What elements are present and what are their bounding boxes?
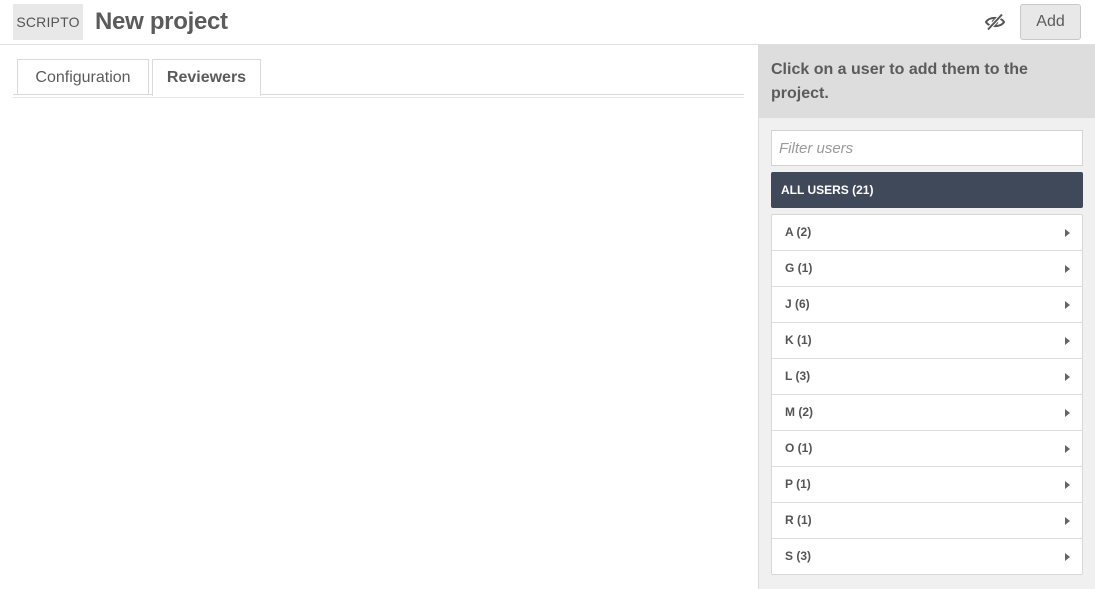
page-title: New project [95,8,228,35]
tab-bar: Configuration Reviewers [13,59,744,99]
user-group-m[interactable]: M (2) [772,394,1082,430]
caret-right-icon [1065,300,1070,309]
filter-users-input[interactable] [771,130,1083,166]
sidebar-instructions: Click on a user to add them to the proje… [759,45,1095,118]
caret-right-icon [1065,264,1070,273]
tab-divider-secondary [13,97,744,98]
caret-right-icon [1065,444,1070,453]
user-group-s[interactable]: S (3) [772,538,1082,574]
user-group-o[interactable]: O (1) [772,430,1082,466]
user-group-g[interactable]: G (1) [772,250,1082,286]
caret-right-icon [1065,552,1070,561]
caret-right-icon [1065,228,1070,237]
caret-right-icon [1065,516,1070,525]
caret-right-icon [1065,372,1070,381]
tab-divider [13,94,744,95]
group-label: S (3) [785,549,812,563]
group-label: G (1) [785,261,813,275]
caret-right-icon [1065,408,1070,417]
user-group-p[interactable]: P (1) [772,466,1082,502]
user-group-l[interactable]: L (3) [772,358,1082,394]
group-label: M (2) [785,405,813,419]
tab-configuration[interactable]: Configuration [17,59,149,95]
add-button[interactable]: Add [1020,4,1081,40]
user-group-list: A (2) G (1) J (6) K (1) L (3) M (2) O (1… [771,214,1083,575]
user-group-r[interactable]: R (1) [772,502,1082,538]
group-label: P (1) [785,477,811,491]
group-label: J (6) [785,297,810,311]
group-label: R (1) [785,513,812,527]
user-group-a[interactable]: A (2) [772,215,1082,250]
all-users-button[interactable]: ALL USERS (21) [771,172,1083,208]
module-label: SCRIPTO [13,4,83,40]
visibility-toggle-button[interactable] [984,11,1006,33]
user-group-j[interactable]: J (6) [772,286,1082,322]
group-label: A (2) [785,225,812,239]
group-label: L (3) [785,369,811,383]
group-label: O (1) [785,441,813,455]
user-group-k[interactable]: K (1) [772,322,1082,358]
caret-right-icon [1065,336,1070,345]
page-header: SCRIPTO New project Add [0,0,1095,45]
tab-reviewers[interactable]: Reviewers [152,59,261,96]
users-sidebar: Click on a user to add them to the proje… [758,45,1095,589]
caret-right-icon [1065,480,1070,489]
group-label: K (1) [785,333,812,347]
eye-slash-icon [984,13,1006,31]
